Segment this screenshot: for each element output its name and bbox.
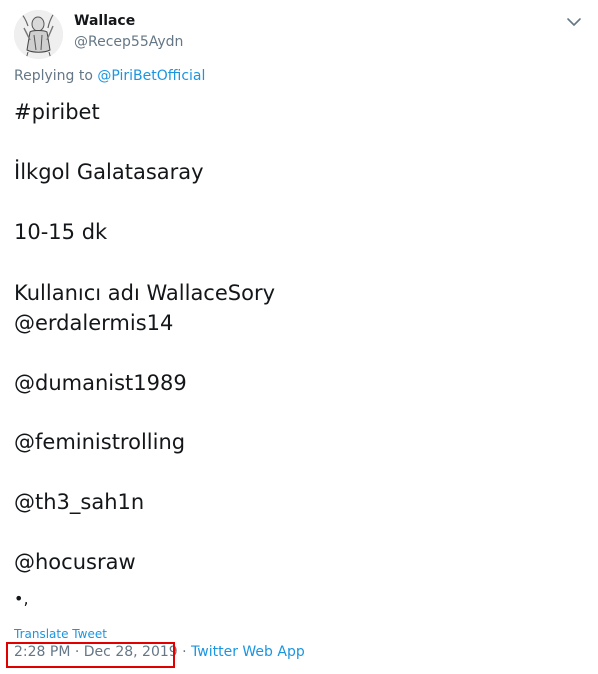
author-display-name[interactable]: Wallace <box>74 13 135 29</box>
reply-prefix: Replying to <box>14 68 93 84</box>
reply-context: Replying to @PiriBetOfficial <box>14 68 205 84</box>
mention-link[interactable]: @feministrolling <box>14 429 185 455</box>
mention-link[interactable]: @dumanist1989 <box>14 370 187 396</box>
mention-link[interactable]: @th3_sah1n <box>14 489 144 515</box>
avatar[interactable] <box>14 10 63 59</box>
timestamp-highlight-box <box>6 642 175 668</box>
chevron-down-icon[interactable] <box>564 12 584 32</box>
hashtag-link[interactable]: #piribet <box>14 99 100 125</box>
translate-tweet-link[interactable]: Translate Tweet <box>14 627 107 641</box>
tweet-text-line: Kullanıcı adı WallaceSory <box>14 281 276 305</box>
tweet-text-line: 10-15 dk <box>14 220 108 244</box>
avatar-image <box>14 10 63 59</box>
meta-separator: · <box>177 644 192 660</box>
tweet-text-line: İlkgol Galatasaray <box>14 160 204 184</box>
tweet-trailing-text: •, <box>14 589 29 608</box>
mention-link[interactable]: @hocusraw <box>14 549 136 575</box>
author-handle[interactable]: @Recep55Aydn <box>74 34 183 50</box>
tweet: Wallace @Recep55Aydn Replying to @PiriBe… <box>0 0 598 674</box>
mention-link[interactable]: @erdalermis14 <box>14 310 173 336</box>
reply-target-link[interactable]: @PiriBetOfficial <box>97 68 205 84</box>
tweet-source-link[interactable]: Twitter Web App <box>191 644 305 660</box>
